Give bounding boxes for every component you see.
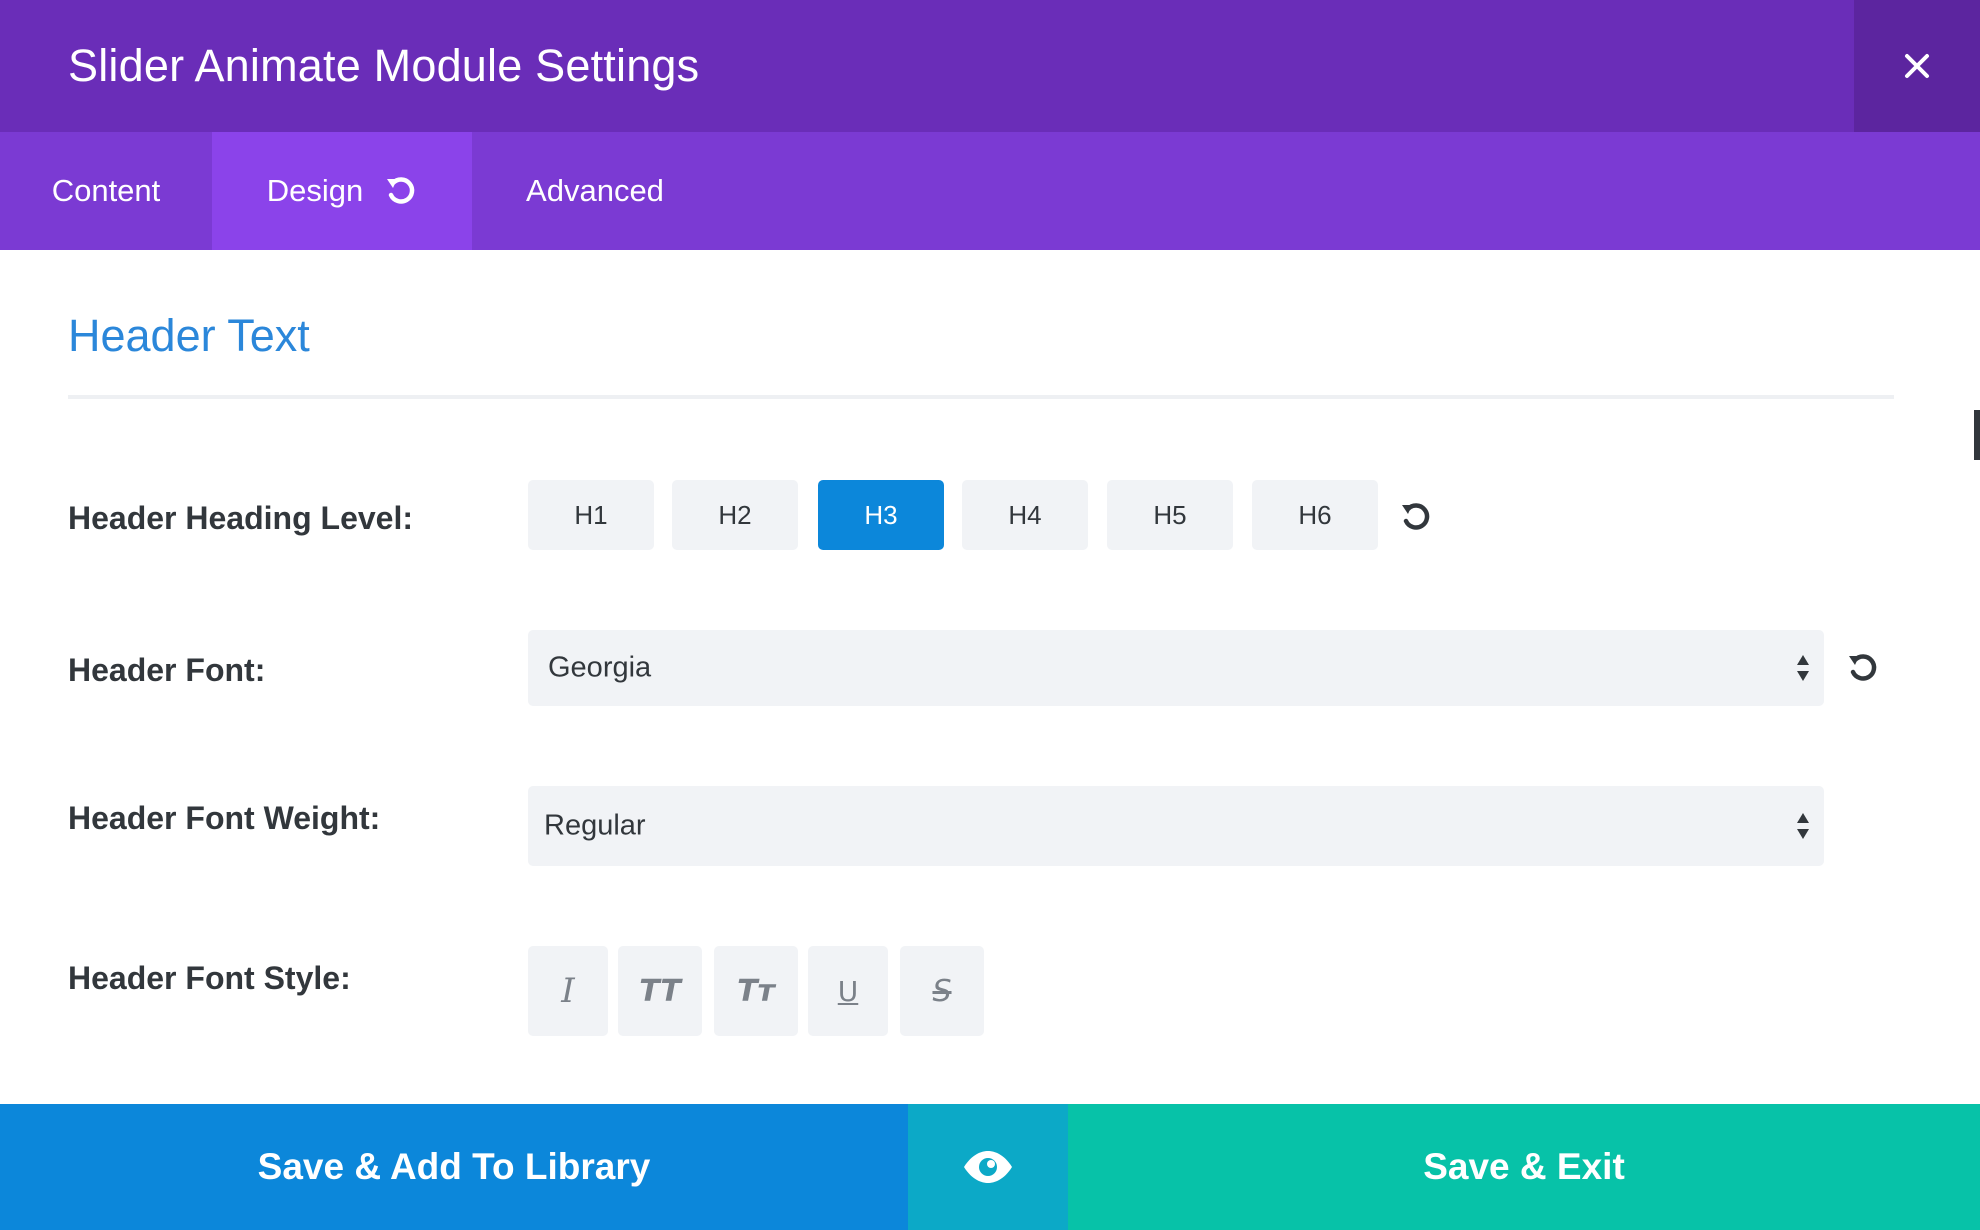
header-font-value: Georgia — [548, 651, 652, 684]
strikethrough-button[interactable]: S — [900, 946, 984, 1036]
italic-icon: I — [561, 971, 575, 1011]
tab-content-label: Content — [51, 173, 161, 208]
modal-footer: Save & Add To Library Save & Exit — [0, 1104, 1980, 1230]
heading-level-label: Header Heading Level: — [68, 500, 413, 536]
header-font-select[interactable]: Georgia — [528, 630, 1824, 706]
tab-advanced[interactable]: Advanced — [472, 132, 718, 250]
select-arrows-icon — [1796, 653, 1810, 683]
underline-button[interactable]: U — [808, 946, 888, 1036]
font-weight-select[interactable]: Regular — [528, 786, 1824, 866]
uppercase-button[interactable]: TT — [618, 946, 702, 1036]
heading-level-h4-button[interactable]: H4 — [962, 480, 1088, 550]
underline-icon: U — [837, 974, 859, 1008]
select-arrows-icon — [1796, 811, 1810, 841]
save-exit-button[interactable]: Save & Exit — [1068, 1104, 1980, 1230]
save-exit-label: Save & Exit — [1423, 1146, 1625, 1187]
scrollbar-thumb[interactable] — [1974, 410, 1980, 460]
preview-button[interactable] — [908, 1104, 1068, 1230]
close-button[interactable] — [1854, 0, 1980, 132]
italic-button[interactable]: I — [528, 946, 608, 1036]
font-weight-label: Header Font Weight: — [68, 800, 381, 836]
save-add-to-library-button[interactable]: Save & Add To Library — [0, 1104, 908, 1230]
section-title: Header Text — [68, 310, 310, 361]
header-font-reset-icon[interactable] — [1845, 650, 1881, 686]
save-add-to-library-label: Save & Add To Library — [257, 1146, 651, 1187]
tab-bar: Content Design Advanced — [0, 132, 1980, 250]
close-icon — [1905, 54, 1929, 78]
modal-header: Slider Animate Module Settings — [0, 0, 1980, 132]
tab-design-label: Design — [266, 173, 364, 208]
header-font-label: Header Font: — [68, 652, 266, 688]
heading-level-h6-button[interactable]: H6 — [1252, 480, 1378, 550]
section-divider — [68, 395, 1894, 399]
heading-level-h2-button[interactable]: H2 — [672, 480, 798, 550]
capitalize-button[interactable]: Tт — [714, 946, 798, 1036]
tab-advanced-label: Advanced — [526, 173, 664, 208]
heading-level-h1-button[interactable]: H1 — [528, 480, 654, 550]
module-settings-modal: Slider Animate Module Settings Content D… — [0, 0, 1980, 1230]
tab-design[interactable]: Design — [212, 132, 472, 250]
eye-icon — [964, 1151, 1012, 1183]
font-weight-value: Regular — [544, 809, 646, 842]
reset-icon[interactable] — [385, 175, 417, 207]
heading-level-h3-button[interactable]: H3 — [818, 480, 944, 550]
modal-title: Slider Animate Module Settings — [68, 40, 700, 91]
heading-level-h5-button[interactable]: H5 — [1107, 480, 1233, 550]
tab-content[interactable]: Content — [0, 132, 212, 250]
font-style-label: Header Font Style: — [68, 960, 351, 996]
capitalize-icon: Tт — [737, 973, 775, 1009]
strikethrough-icon: S — [932, 973, 952, 1009]
heading-level-reset-icon[interactable] — [1398, 499, 1434, 535]
uppercase-icon: TT — [639, 973, 681, 1009]
